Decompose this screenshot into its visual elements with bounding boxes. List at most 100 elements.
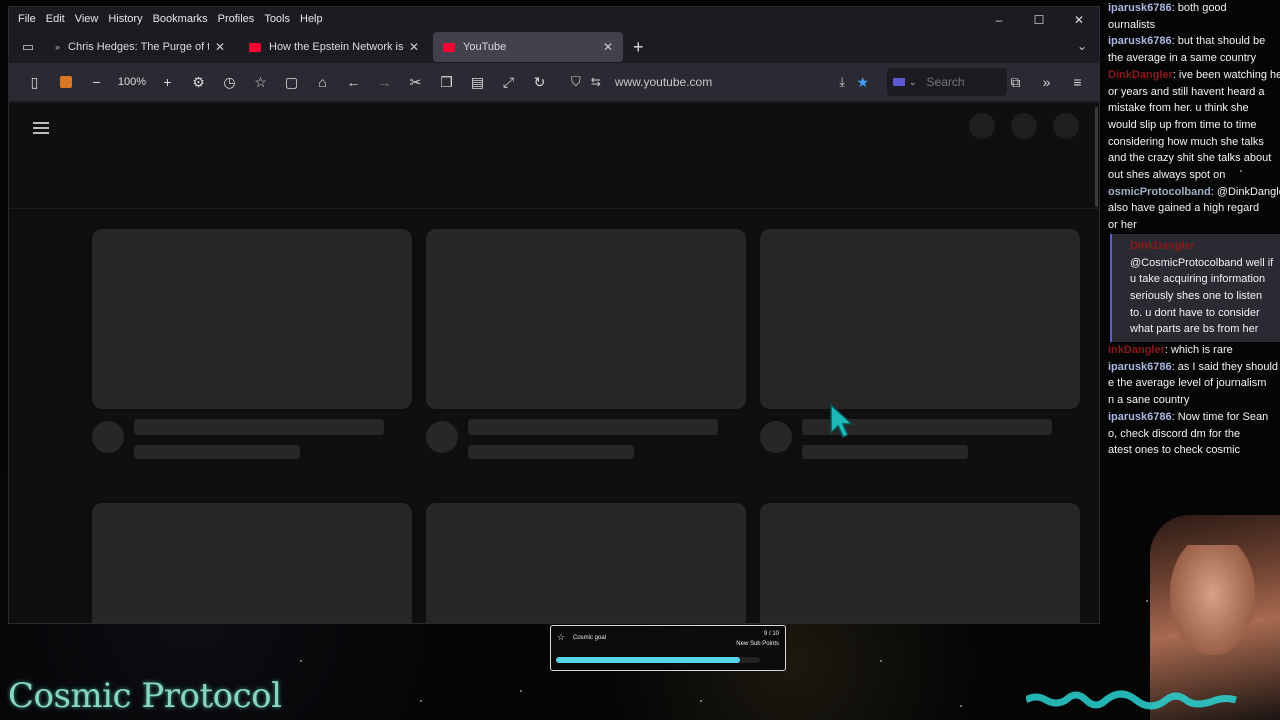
menu-view[interactable]: View bbox=[70, 13, 104, 25]
shield-icon[interactable]: ⛉ bbox=[571, 74, 581, 90]
back-icon[interactable]: ← bbox=[338, 68, 369, 96]
chat-message: iparusk6786: but that should be bbox=[1108, 33, 1280, 50]
chat-username: iparusk6786 bbox=[1108, 360, 1172, 373]
extension-badge-icon[interactable] bbox=[50, 68, 81, 96]
chat-username: DinkDangler bbox=[1108, 68, 1173, 81]
chat-username: DinkDangler bbox=[1130, 239, 1195, 252]
app-menu-icon[interactable]: ≡ bbox=[1062, 68, 1093, 96]
goal-subtitle: New Sub Points bbox=[736, 641, 779, 647]
chat-username: inkDangler bbox=[1108, 344, 1165, 357]
chat-username: osmicProtocolband bbox=[1108, 185, 1211, 198]
chat-text: ournalists bbox=[1108, 18, 1156, 31]
goal-progress-track bbox=[556, 657, 760, 663]
search-engine-icon[interactable] bbox=[893, 78, 905, 86]
chevron-down-icon[interactable]: ⌄ bbox=[909, 77, 917, 88]
zoom-out-icon[interactable]: − bbox=[81, 68, 112, 96]
settings-icon[interactable]: ⚙ bbox=[183, 68, 214, 96]
menu-help[interactable]: Help bbox=[295, 13, 328, 25]
tab-epstein[interactable]: How the Epstein Network is Priv ✕ bbox=[239, 32, 429, 62]
cosmic-goal-widget: ☆ Cosmic goal 9 / 10 New Sub Points bbox=[550, 625, 786, 671]
reload-icon[interactable]: ↻ bbox=[524, 68, 555, 96]
home-icon[interactable]: ⌂ bbox=[307, 68, 338, 96]
bookmark-star-icon[interactable]: ★ bbox=[856, 74, 869, 91]
close-icon[interactable]: ✕ bbox=[409, 40, 419, 54]
copy-icon[interactable]: ❐ bbox=[431, 68, 462, 96]
menu-tools[interactable]: Tools bbox=[259, 13, 295, 25]
chat-message: iparusk6786: both good bbox=[1108, 0, 1280, 17]
cut-icon[interactable]: ✂ bbox=[400, 68, 431, 96]
zoom-level[interactable]: 100% bbox=[112, 76, 152, 88]
search-input[interactable] bbox=[926, 75, 997, 89]
chat-text: which is rare bbox=[1170, 344, 1233, 357]
forward-icon[interactable]: → bbox=[369, 68, 400, 96]
zoom-in-icon[interactable]: + bbox=[152, 68, 183, 96]
chat-text: would slip up from time to time bbox=[1108, 118, 1257, 131]
history-icon[interactable]: ◷ bbox=[214, 68, 245, 96]
close-window-button[interactable]: ✕ bbox=[1059, 7, 1099, 33]
window-controls: – ☐ ✕ bbox=[979, 7, 1099, 33]
menu-history[interactable]: History bbox=[103, 13, 147, 25]
menu-bar: File Edit View History Bookmarks Profile… bbox=[9, 7, 1099, 31]
chat-text: atest ones to check cosmic bbox=[1108, 444, 1241, 457]
chat-text: also have gained a high regard bbox=[1108, 202, 1260, 215]
url-bar[interactable]: ⛉ ⇆ www.youtube.com ⤓ ★ bbox=[571, 68, 871, 96]
close-icon[interactable]: ✕ bbox=[215, 40, 225, 54]
chat-message: and the crazy shit she talks about bbox=[1108, 150, 1280, 167]
overflow-icon[interactable]: » bbox=[1031, 68, 1062, 96]
title-placeholder bbox=[134, 419, 384, 435]
extensions-icon[interactable]: ⧉ bbox=[1000, 68, 1031, 96]
chat-message: ournalists bbox=[1108, 17, 1280, 34]
search-box[interactable]: ⌄ bbox=[887, 68, 1007, 96]
chat-text: out shes always spot on bbox=[1108, 169, 1226, 182]
video-card-placeholder[interactable] bbox=[760, 503, 1080, 623]
video-card-placeholder[interactable] bbox=[760, 229, 1080, 469]
chat-message: iparusk6786: as I said they should bbox=[1108, 359, 1280, 376]
maximize-button[interactable]: ☐ bbox=[1019, 7, 1059, 33]
sidebar-icon[interactable]: ▯ bbox=[19, 68, 50, 96]
chat-text: ive been watching her bbox=[1178, 68, 1280, 81]
tab-list-icon[interactable]: ▭ bbox=[15, 39, 41, 55]
scrollbar[interactable] bbox=[1095, 107, 1098, 207]
chat-message: the average in a same country bbox=[1108, 50, 1280, 67]
avatar-placeholder bbox=[760, 421, 792, 453]
video-card-placeholder[interactable] bbox=[92, 503, 412, 623]
bookmarks-icon[interactable]: ☆ bbox=[245, 68, 276, 96]
folder-icon[interactable]: ▢ bbox=[276, 68, 307, 96]
new-tab-button[interactable]: + bbox=[633, 37, 644, 58]
chat-message: osmicProtocolband: @DinkDangler bbox=[1108, 184, 1280, 201]
chat-message: out shes always spot on bbox=[1108, 167, 1280, 184]
download-page-icon[interactable]: ⤓ bbox=[839, 74, 845, 90]
chevron-down-icon[interactable]: ⌄ bbox=[1077, 39, 1087, 53]
chat-text: n a sane country bbox=[1108, 394, 1190, 407]
stream-logo: Cosmic Protocol bbox=[8, 676, 282, 716]
close-icon[interactable]: ✕ bbox=[603, 40, 613, 54]
avatar-placeholder bbox=[426, 421, 458, 453]
menu-bookmarks[interactable]: Bookmarks bbox=[148, 13, 213, 25]
video-card-placeholder[interactable] bbox=[426, 503, 746, 623]
paste-icon[interactable]: ▤ bbox=[462, 68, 493, 96]
avatar-placeholder bbox=[92, 421, 124, 453]
chat-text: mistake from her. u think she bbox=[1108, 102, 1249, 115]
menu-edit[interactable]: Edit bbox=[41, 13, 70, 25]
youtube-favicon-icon bbox=[249, 42, 261, 52]
tab-chris-hedges[interactable]: » Chris Hedges: The Purge of the ✕ bbox=[45, 32, 235, 62]
hamburger-menu-icon[interactable] bbox=[33, 119, 49, 137]
thumbnail-placeholder bbox=[760, 503, 1080, 623]
menu-file[interactable]: File bbox=[13, 13, 41, 25]
tab-youtube[interactable]: YouTube ✕ bbox=[433, 32, 623, 62]
star-icon: ☆ bbox=[557, 632, 566, 642]
permissions-icon[interactable]: ⇆ bbox=[591, 75, 601, 89]
chat-text: @CosmicProtocolband well if u take acqui… bbox=[1130, 256, 1274, 336]
minimize-button[interactable]: – bbox=[979, 7, 1019, 33]
url-text[interactable]: www.youtube.com bbox=[615, 75, 712, 89]
fullscreen-icon[interactable]: ⤢ bbox=[493, 68, 524, 96]
chat-message: atest ones to check cosmic bbox=[1108, 442, 1280, 459]
youtube-favicon-icon bbox=[443, 42, 455, 52]
title-placeholder bbox=[468, 419, 718, 435]
thumbnail-placeholder bbox=[426, 229, 746, 409]
tab-title: YouTube bbox=[463, 41, 507, 53]
chat-text: considering how much she talks bbox=[1108, 135, 1264, 148]
video-card-placeholder[interactable] bbox=[92, 229, 412, 469]
video-card-placeholder[interactable] bbox=[426, 229, 746, 469]
menu-profiles[interactable]: Profiles bbox=[213, 13, 260, 25]
